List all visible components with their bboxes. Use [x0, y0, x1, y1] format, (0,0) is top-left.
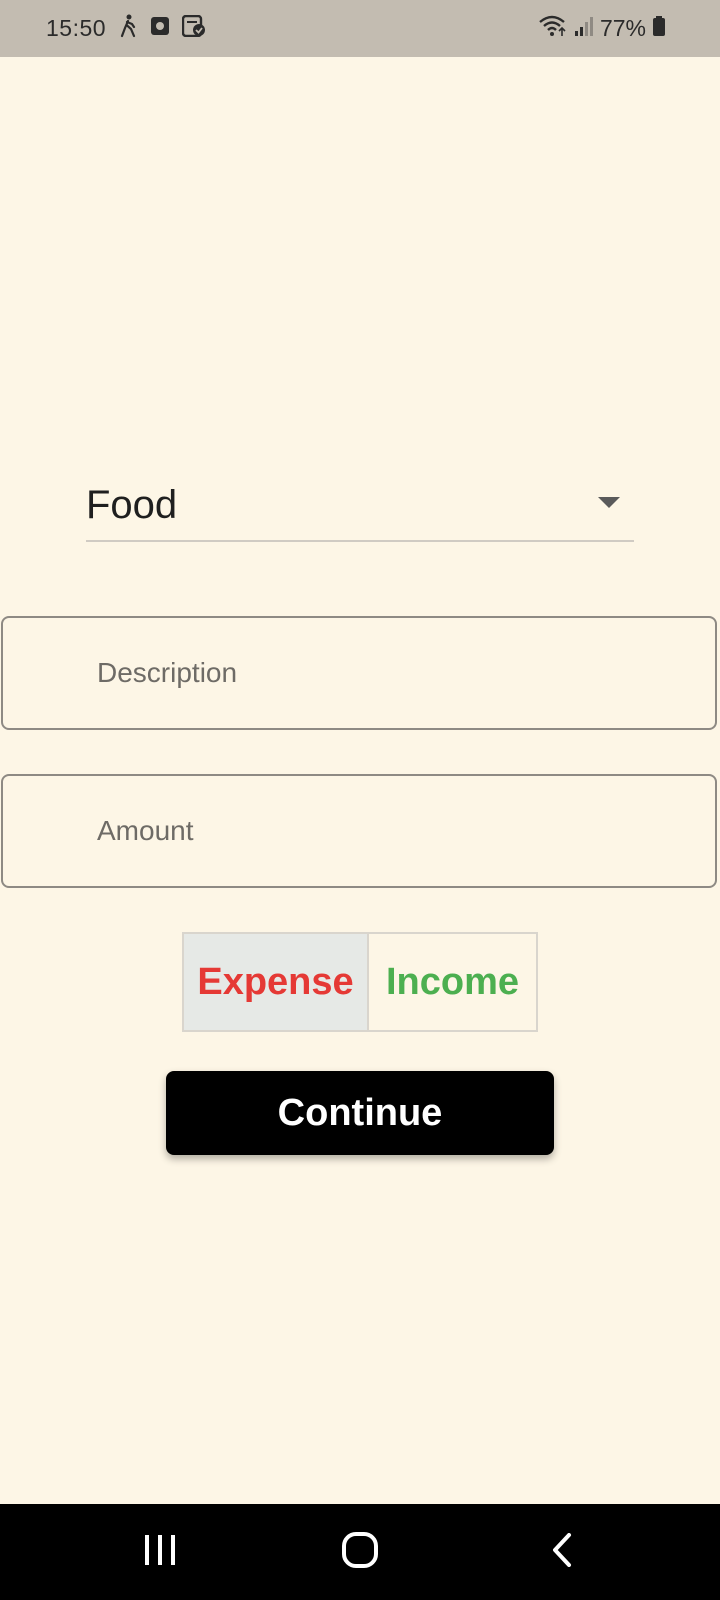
category-dropdown[interactable]: Food: [86, 470, 634, 542]
status-bar: 15:50 77%: [0, 0, 720, 57]
task-icon: [181, 14, 206, 42]
transaction-type-toggle: Expense Income: [182, 932, 538, 1032]
description-input[interactable]: [3, 618, 715, 728]
recents-button[interactable]: [100, 1504, 220, 1600]
battery-percentage: 77%: [599, 15, 646, 41]
wifi-icon: [538, 14, 568, 43]
status-right: 77%: [538, 0, 666, 57]
expense-toggle-button[interactable]: Expense: [184, 934, 369, 1030]
dropdown-arrow-icon: [598, 496, 620, 514]
income-toggle-button[interactable]: Income: [369, 934, 536, 1030]
recorder-icon: [150, 15, 170, 42]
amount-field[interactable]: [1, 774, 717, 888]
continue-button[interactable]: Continue: [166, 1071, 554, 1155]
category-selected-value: Food: [86, 482, 178, 527]
signal-icon: [574, 15, 594, 42]
back-button[interactable]: [502, 1504, 622, 1600]
navigation-bar: [0, 1504, 720, 1600]
back-icon: [551, 1532, 573, 1572]
amount-input[interactable]: [3, 776, 715, 886]
home-icon: [342, 1531, 378, 1573]
home-button[interactable]: [300, 1504, 420, 1600]
battery-icon: [652, 15, 666, 42]
status-left: 15:50: [46, 14, 206, 43]
walking-icon: [118, 14, 138, 43]
status-time: 15:50: [46, 15, 107, 41]
recents-icon: [143, 1534, 177, 1570]
description-field[interactable]: [1, 616, 717, 730]
